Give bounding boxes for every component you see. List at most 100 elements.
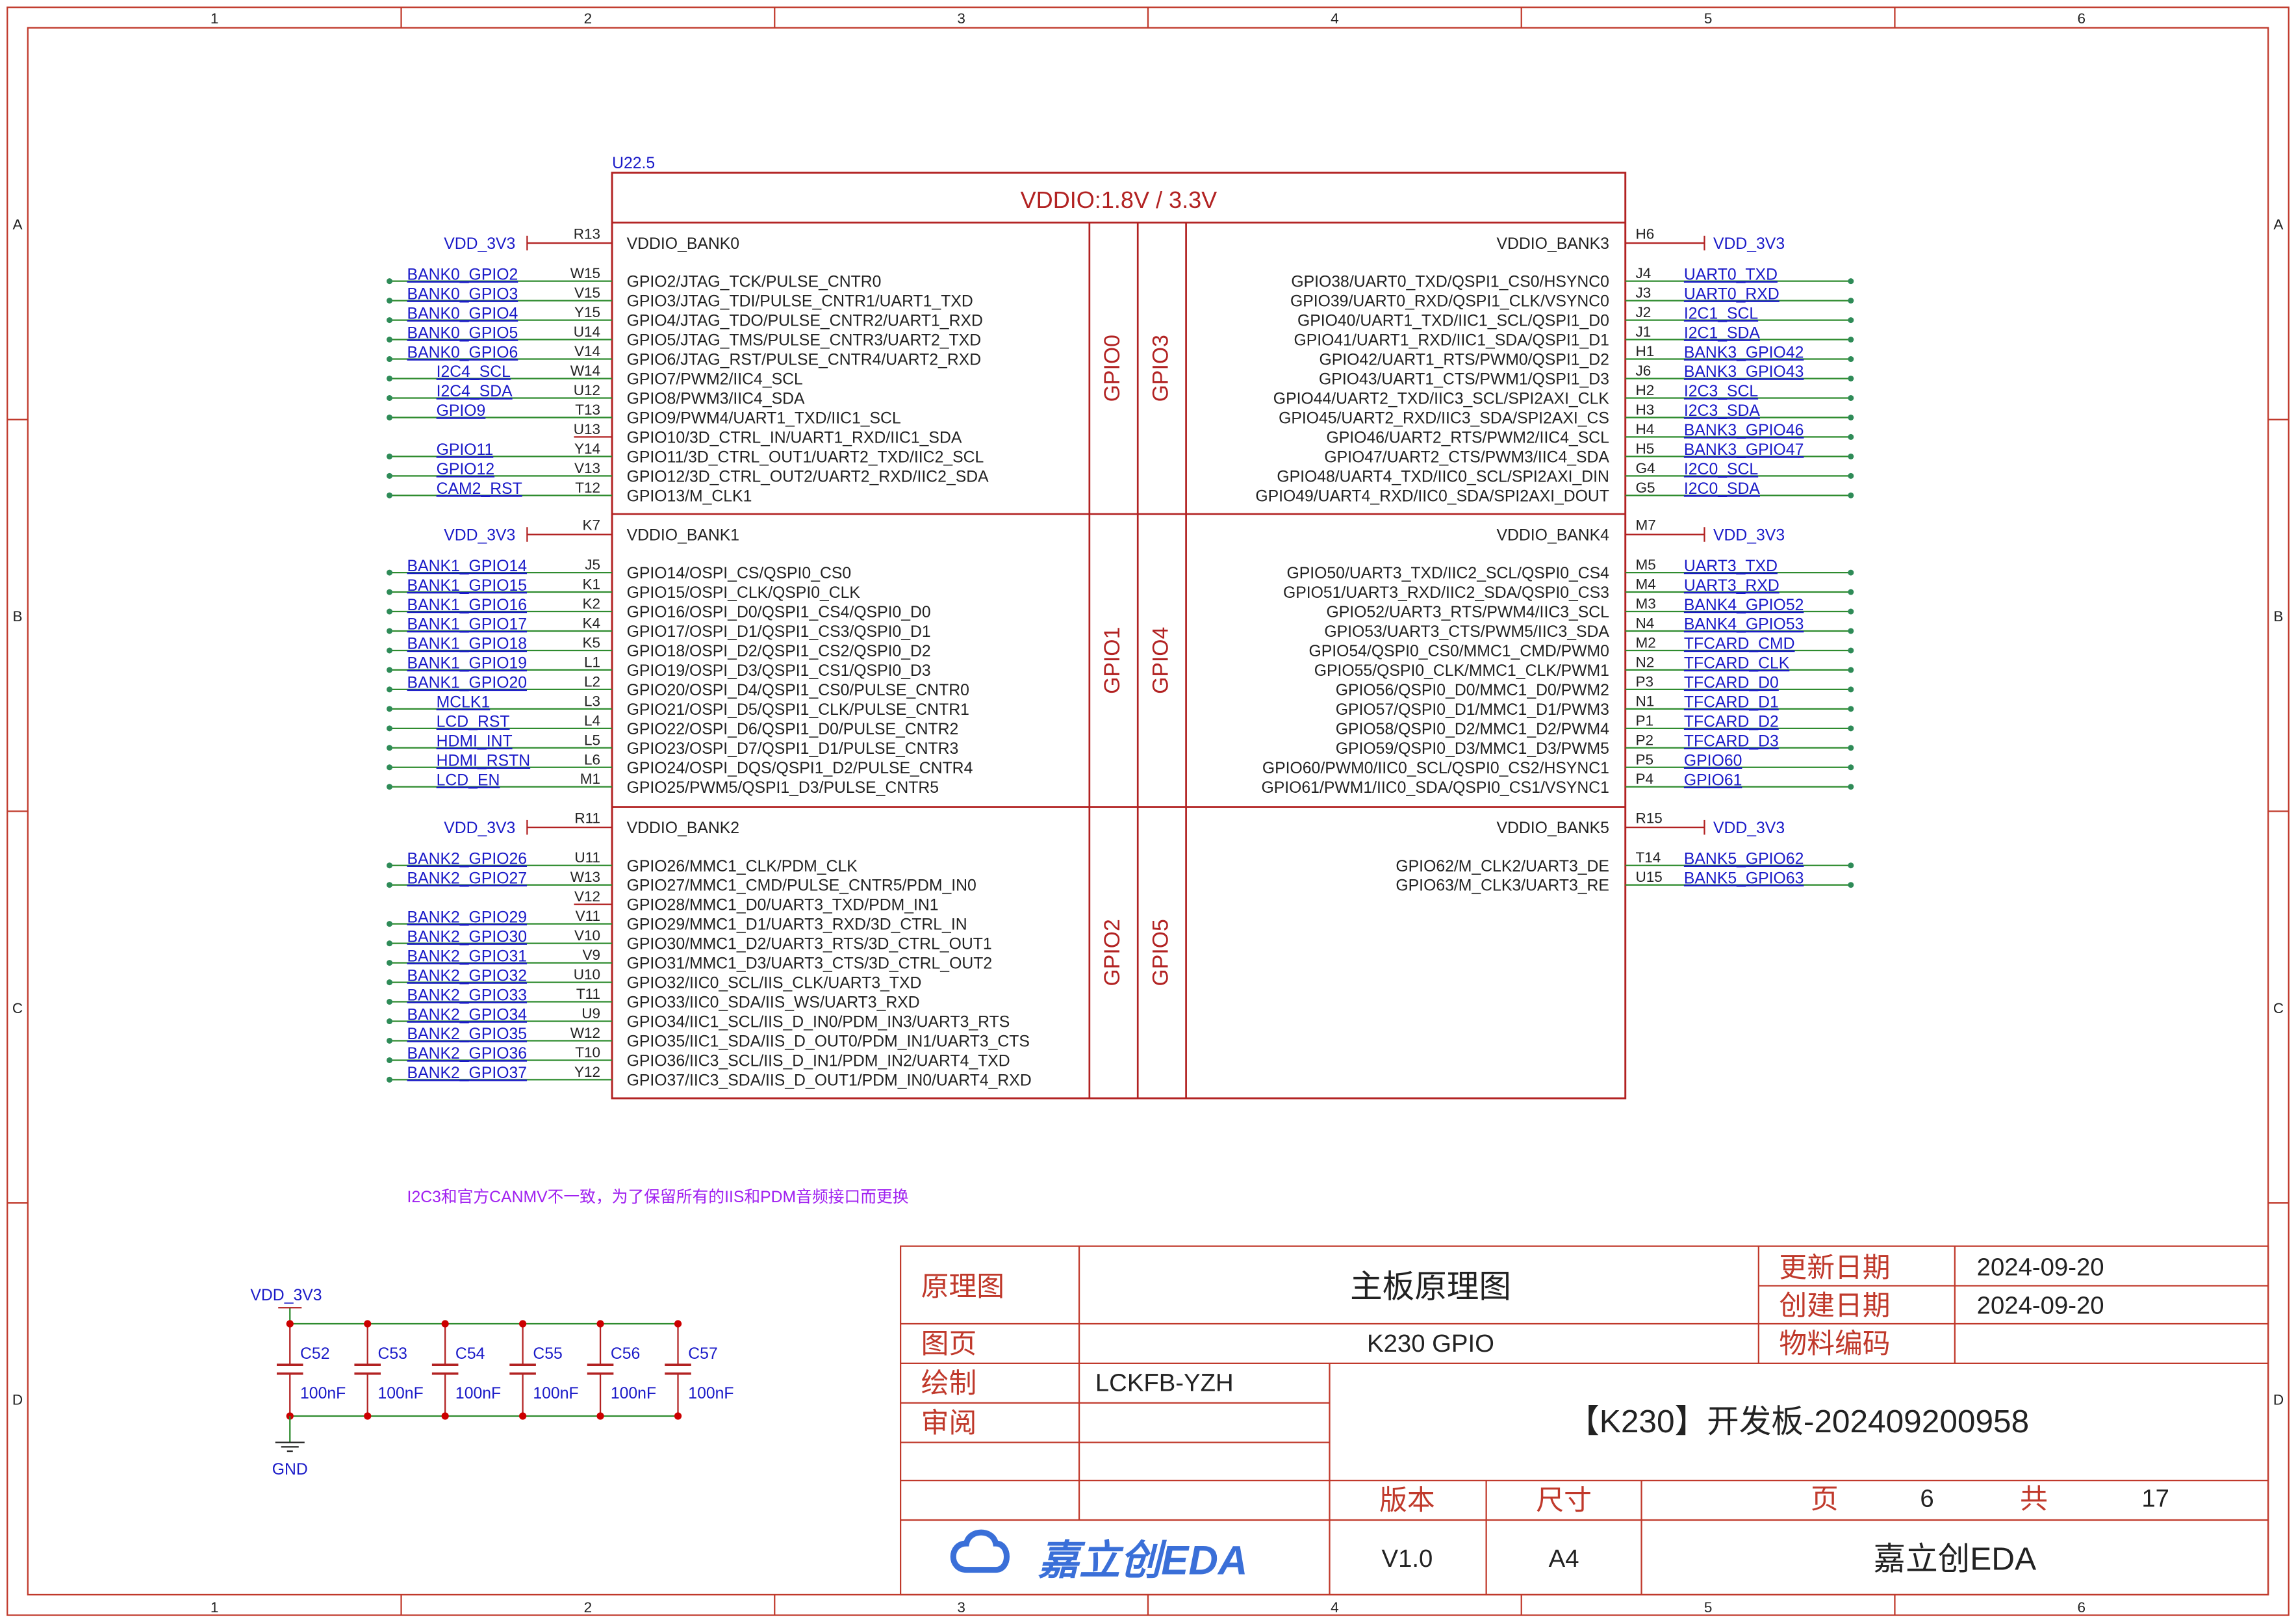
pin-number: L6 (584, 751, 600, 767)
net-label: LCD_RST (437, 714, 510, 731)
pin-function-label: GPIO15/OSPI_CLK/QSPI0_CLK (627, 584, 861, 602)
label-page: 图页 (921, 1328, 977, 1360)
chip-title: VDDIO:1.8V / 3.3V (1021, 187, 1218, 213)
pin-number: W12 (570, 1025, 600, 1041)
frame-column-label-bottom: 3 (957, 1599, 965, 1616)
pin-number: Y14 (574, 441, 600, 457)
value-total-sheets: 17 (2141, 1485, 2169, 1513)
pin-number: G5 (1636, 480, 1655, 496)
pin-function-label: GPIO11/3D_CTRL_OUT1/UART2_TXD/IIC2_SCL (627, 448, 984, 466)
pin-function-label: GPIO61/PWM1/IIC0_SDA/QSPI0_CS1/VSYNC1 (1261, 779, 1609, 797)
label-drawn-by: 绘制 (921, 1368, 977, 1399)
net-label: I2C3_SCL (1684, 383, 1758, 400)
wire-end-dot (1848, 667, 1854, 673)
value-created-date: 2024-09-20 (1977, 1291, 2104, 1319)
pin-function-label: GPIO45/UART2_RXD/IIC3_SDA/SPI2AXI_CS (1279, 409, 1609, 427)
net-label: BANK2_GPIO30 (407, 928, 527, 946)
pin-function-label: GPIO26/MMC1_CLK/PDM_CLK (627, 858, 858, 875)
net-label: GPIO9 (437, 402, 486, 420)
value-project-name: 【K230】开发板-202409200958 (1567, 1403, 2029, 1439)
frame-column-label-top: 5 (1704, 10, 1713, 27)
wire-end-dot (387, 1057, 393, 1063)
wire-end-dot (387, 608, 393, 615)
wire-end-dot (1848, 278, 1854, 285)
wire-end-dot (387, 375, 393, 382)
pin-function-label: GPIO13/M_CLK1 (627, 487, 752, 505)
wire-end-dot (1848, 745, 1854, 751)
cap-reference: C56 (611, 1345, 640, 1363)
cap-reference: C54 (455, 1345, 485, 1363)
pin-number: V9 (583, 947, 601, 963)
pin-number: T14 (1636, 849, 1661, 866)
pin-function-label: GPIO31/MMC1_D3/UART3_CTS/3D_CTRL_OUT2 (627, 955, 993, 973)
pin-number: N1 (1636, 693, 1655, 709)
pin-function-label: GPIO57/QSPI0_D1/MMC1_D1/PWM3 (1336, 701, 1609, 719)
pin-number: W14 (570, 363, 600, 379)
net-label: BANK3_GPIO43 (1684, 363, 1804, 381)
frame-column-label-bottom: 1 (210, 1599, 219, 1616)
pin-number: J1 (1636, 324, 1652, 340)
net-label: HDMI_RSTN (437, 753, 530, 770)
cap-power-net-label: VDD_3V3 (250, 1287, 322, 1304)
pin-number: T13 (575, 402, 600, 418)
pin-number: H3 (1636, 402, 1655, 418)
net-label: TFCARD_D0 (1684, 675, 1779, 692)
value-page-name: K230 GPIO (1367, 1330, 1494, 1358)
pin-number: V13 (574, 460, 600, 476)
pin-number: V11 (576, 908, 600, 924)
pin-function-label: GPIO21/OSPI_D5/QSPI1_CLK/PULSE_CNTR1 (627, 701, 969, 719)
pin-number: Y15 (574, 304, 600, 320)
frame-row-label-left: C (12, 1000, 23, 1016)
wire-end-dot (387, 862, 393, 869)
wire-end-dot (1848, 764, 1854, 771)
junction-dot (674, 1412, 682, 1420)
net-label: I2C1_SCL (1684, 305, 1758, 322)
wire-end-dot (387, 960, 393, 966)
wire-end-dot (387, 882, 393, 888)
pin-function-label: GPIO28/MMC1_D0/UART3_TXD/PDM_IN1 (627, 897, 939, 914)
pin-function-label: GPIO16/OSPI_D0/QSPI1_CS4/QSPI0_D0 (627, 604, 931, 621)
pin-function-label: GPIO25/PWM5/QSPI1_D3/PULSE_CNTR5 (627, 779, 939, 797)
pin-number: M2 (1636, 634, 1656, 651)
net-label: GPIO11 (437, 441, 494, 459)
power-net-label: VDD_3V3 (1713, 819, 1785, 837)
label-reviewed-by: 审阅 (921, 1408, 977, 1439)
label-sheet: 页 (1811, 1484, 1839, 1515)
wire-end-dot (387, 589, 393, 595)
pin-number: J3 (1636, 285, 1652, 301)
bank-name-label: VDDIO_BANK4 (1497, 526, 1610, 544)
pin-function-label: GPIO36/IIC3_SCL/IIS_D_IN1/PDM_IN2/UART4_… (627, 1052, 1010, 1070)
net-label: BANK2_GPIO27 (407, 870, 527, 887)
pin-number: V15 (574, 285, 600, 301)
pin-function-label: GPIO58/QSPI0_D2/MMC1_D2/PWM4 (1336, 721, 1609, 738)
pin-function-label: GPIO8/PWM3/IIC4_SDA (627, 390, 805, 407)
label-updated-date: 更新日期 (1779, 1252, 1890, 1283)
wire-end-dot (1848, 862, 1854, 869)
pin-function-label: GPIO27/MMC1_CMD/PULSE_CNTR5/PDM_IN0 (627, 877, 976, 895)
chip-designator: U22.5 (612, 155, 655, 172)
power-net-label: VDD_3V3 (444, 526, 515, 544)
pin-function-label: GPIO4/JTAG_TDO/PULSE_CNTR2/UART1_RXD (627, 313, 983, 330)
bank-name-label: VDDIO_BANK5 (1497, 819, 1609, 837)
net-label: UART3_RXD (1684, 577, 1779, 595)
net-label: BANK2_GPIO35 (407, 1025, 527, 1043)
net-label: BANK2_GPIO33 (407, 986, 527, 1004)
cap-value: 100nF (300, 1385, 346, 1402)
frame-column-label-bottom: 5 (1704, 1599, 1713, 1616)
pin-number: U14 (574, 324, 600, 340)
cap-reference: C52 (300, 1345, 329, 1363)
wire-end-dot (387, 472, 393, 479)
wire-end-dot (387, 725, 393, 732)
net-label: HDMI_INT (437, 733, 513, 751)
net-label: BANK0_GPIO6 (407, 344, 518, 361)
pin-number: U9 (581, 1005, 600, 1022)
pin-function-label: GPIO53/UART3_CTS/PWM5/IIC3_SDA (1324, 623, 1609, 641)
group-label-gpio2: GPIO2 (1100, 919, 1125, 986)
pin-function-label: GPIO29/MMC1_D1/UART3_RXD/3D_CTRL_IN (627, 916, 967, 934)
pin-number: H2 (1636, 382, 1655, 398)
pin-function-label: GPIO60/PWM0/IIC0_SCL/QSPI0_CS2/HSYNC1 (1262, 760, 1609, 777)
net-label: UART0_RXD (1684, 285, 1779, 303)
net-label: BANK5_GPIO63 (1684, 870, 1804, 887)
pin-number: K5 (583, 634, 601, 651)
cap-value: 100nF (533, 1385, 578, 1402)
